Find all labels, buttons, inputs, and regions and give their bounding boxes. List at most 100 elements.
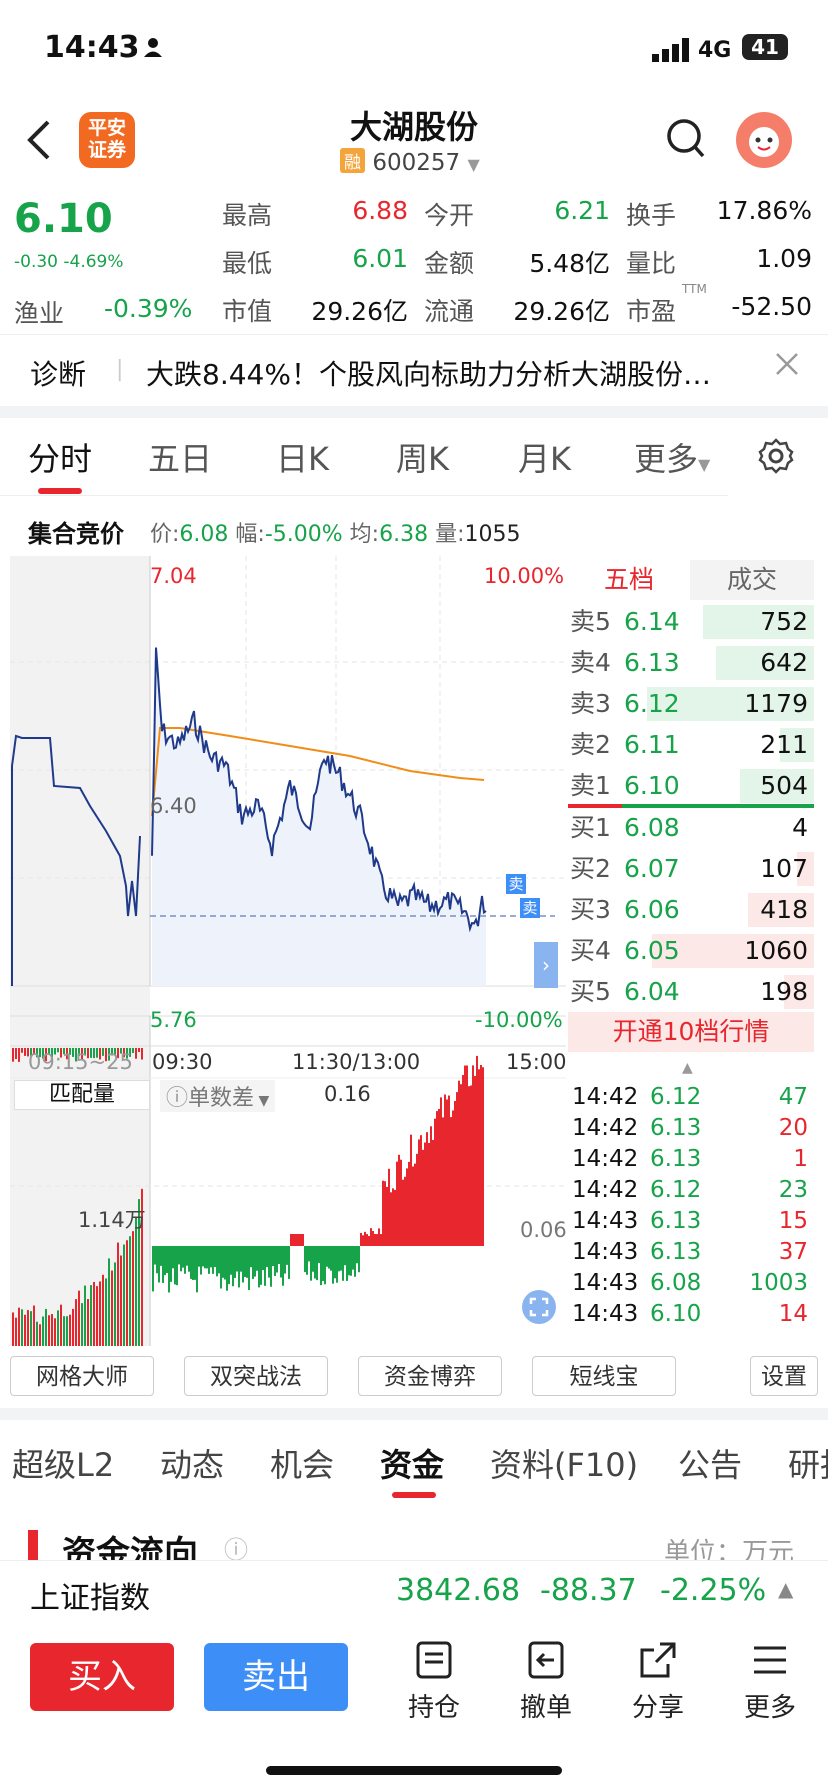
level-price: 6.07 <box>624 854 680 883</box>
dual-breakout-button[interactable]: 双突战法 <box>184 1356 328 1396</box>
tab-opportunity[interactable]: 机会 <box>270 1440 334 1486</box>
short-line-button[interactable]: 短线宝 <box>532 1356 676 1396</box>
share-icon <box>640 1642 676 1678</box>
diagnosis-label: 诊断 <box>30 358 87 391</box>
sub-tab-match-volume[interactable]: 匹配量 <box>14 1080 150 1110</box>
volume-bar <box>380 1234 382 1246</box>
sell-button[interactable]: 卖出 <box>204 1643 348 1711</box>
tick-volume: 47 <box>778 1084 808 1110</box>
bid-row[interactable]: 买5 6.04 198 <box>568 972 814 1012</box>
auction-values: 价:6.08 幅:-5.00% 均:6.38 量:1055 <box>150 516 520 548</box>
quote-value: 1.09 <box>756 244 812 273</box>
sell-marker[interactable]: 卖 <box>520 898 540 918</box>
volume-bar <box>292 1234 294 1246</box>
expand-icon[interactable] <box>522 1290 556 1324</box>
volume-bar <box>226 1246 228 1291</box>
chevron-up-icon[interactable]: ▲ <box>778 1577 793 1601</box>
volume-bar <box>21 1309 23 1346</box>
chevron-right-icon[interactable]: › <box>534 942 558 988</box>
index-bar[interactable]: 上证指数 3842.68 -88.37 -2.25% ▲ <box>0 1560 828 1625</box>
ask-row[interactable]: 卖3 6.12 1179 <box>568 684 814 724</box>
level-price: 6.08 <box>624 813 680 842</box>
divider: | <box>116 357 124 382</box>
price-change: -0.30 -4.69% <box>14 252 124 272</box>
section-gap <box>0 1346 828 1354</box>
volume-bar <box>430 1126 432 1246</box>
tab-week-k[interactable]: 周K <box>396 434 449 480</box>
tab-five-levels[interactable]: 五档 <box>568 560 690 600</box>
settings-button[interactable]: 设置 <box>750 1356 818 1396</box>
volume-bar <box>180 1246 182 1272</box>
buy-button[interactable]: 买入 <box>30 1643 174 1711</box>
volume-bar <box>258 1246 260 1288</box>
close-icon[interactable] <box>774 351 800 381</box>
bid-row[interactable]: 买4 6.05 1060 <box>568 931 814 971</box>
gear-icon[interactable] <box>758 438 794 478</box>
ask-row[interactable]: 卖4 6.13 642 <box>568 643 814 683</box>
quote-label: 量比 <box>626 249 677 278</box>
ask-row[interactable]: 卖5 6.14 752 <box>568 602 814 642</box>
bid-row[interactable]: 买3 6.06 418 <box>568 890 814 930</box>
tab-month-k[interactable]: 月K <box>518 434 571 480</box>
tab-super-l2[interactable]: 超级L2 <box>12 1440 114 1486</box>
positions-button[interactable]: 持仓 <box>394 1640 474 1724</box>
sell-marker[interactable]: 卖 <box>506 874 526 894</box>
tab-more-label: 更多 <box>634 440 699 478</box>
tick-time: 14:43 <box>572 1301 639 1327</box>
share-button[interactable]: 分享 <box>618 1640 698 1724</box>
more-button[interactable]: 更多 <box>730 1640 810 1724</box>
fund-game-button[interactable]: 资金博弈 <box>358 1356 502 1396</box>
cancel-order-button[interactable]: 撤单 <box>506 1640 586 1724</box>
volume-bar <box>468 1086 470 1246</box>
volume-bar <box>376 1234 378 1246</box>
sub-indicator-selector[interactable]: ⓘ单数差 ▼ <box>160 1080 276 1112</box>
tick-row: 14:43 6.10 14 <box>568 1299 814 1330</box>
volume-bar <box>312 1246 314 1272</box>
bottom-action-bar: 买入 卖出 持仓 撤单 分享 更多 <box>0 1628 828 1792</box>
volume-bar <box>234 1246 236 1278</box>
open-level10-button[interactable]: 开通10档行情 <box>568 1012 814 1052</box>
volume-bar <box>316 1246 318 1281</box>
stock-code: 600257 <box>372 150 461 176</box>
tab-day-k[interactable]: 日K <box>276 434 329 480</box>
intraday-chart[interactable]: 7.04 10.00% 6.40 5.76 -10.00% 卖 卖 › 09:1… <box>10 556 567 1346</box>
tab-funds[interactable]: 资金 <box>380 1440 444 1486</box>
level-label: 买5 <box>570 977 611 1006</box>
search-icon[interactable] <box>666 118 706 164</box>
volume-bar <box>378 1228 380 1246</box>
tab-news[interactable]: 动态 <box>160 1440 224 1486</box>
volume-bar <box>93 1281 95 1346</box>
tab-trades[interactable]: 成交 <box>690 560 814 600</box>
section-marker <box>28 1530 38 1560</box>
tab-f10[interactable]: 资料(F10) <box>490 1440 638 1486</box>
volume-bar <box>386 1186 388 1246</box>
volume-bar <box>160 1246 162 1266</box>
bid-row[interactable]: 买1 6.08 4 <box>568 808 814 848</box>
volume-bar <box>216 1246 218 1277</box>
stock-code-selector[interactable]: 融 600257 ▼ <box>340 148 480 176</box>
volume-bar <box>328 1246 330 1269</box>
tick-price: 6.13 <box>650 1115 702 1141</box>
chevron-up-icon[interactable]: ▲ <box>682 1060 693 1076</box>
info-icon[interactable]: ⓘ <box>224 1530 248 1560</box>
volume-bar <box>276 1246 278 1273</box>
bid-row[interactable]: 买2 6.07 107 <box>568 849 814 889</box>
tab-more[interactable]: 更多▼ <box>634 434 710 480</box>
grid-master-button[interactable]: 网格大师 <box>10 1356 154 1396</box>
tab-announcement[interactable]: 公告 <box>678 1440 742 1486</box>
index-change: -88.37 <box>540 1573 637 1608</box>
volume-bar <box>446 1099 448 1246</box>
tab-research[interactable]: 研报 <box>788 1440 828 1486</box>
ask-row[interactable]: 卖2 6.11 211 <box>568 725 814 765</box>
ask-row[interactable]: 卖1 6.10 504 <box>568 766 814 806</box>
volume-bar <box>462 1075 464 1246</box>
home-indicator <box>266 1766 562 1775</box>
tab-intraday[interactable]: 分时 <box>28 434 92 480</box>
tab-five-day[interactable]: 五日 <box>148 434 212 480</box>
avatar[interactable] <box>736 112 792 168</box>
quote-panel: 6.10 -0.30 -4.69% 渔业 -0.39% 最高 6.88 今开 6.21… <box>0 184 828 332</box>
volume-bar <box>78 1290 80 1346</box>
diagnosis-bar[interactable]: 诊断 | 大跌8.44%！个股风向标助力分析大湖股份… <box>0 334 828 407</box>
tick-volume: 37 <box>778 1239 808 1265</box>
volume-bar <box>336 1246 338 1283</box>
